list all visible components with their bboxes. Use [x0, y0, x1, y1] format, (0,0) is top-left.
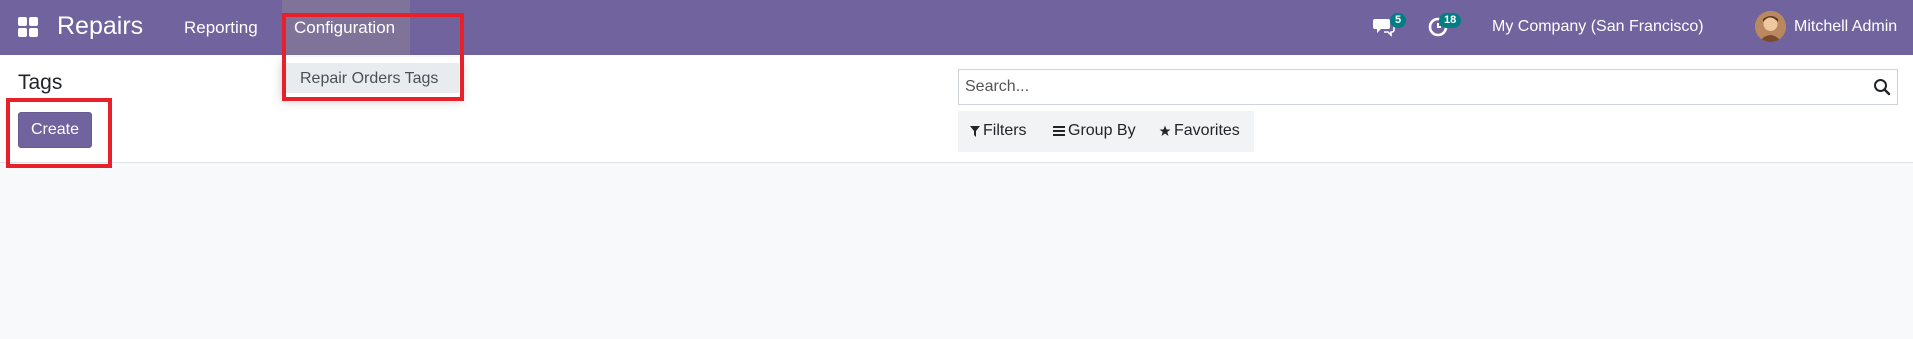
- favorites-toggle[interactable]: Favorites: [1159, 122, 1240, 140]
- favorites-label: Favorites: [1174, 122, 1240, 139]
- group-by-toggle[interactable]: Group By: [1053, 122, 1136, 140]
- apps-menu-icon[interactable]: [18, 17, 38, 37]
- activities-badge: 18: [1439, 13, 1462, 28]
- filter-icon: [970, 125, 980, 137]
- user-menu[interactable]: Mitchell Admin: [1794, 18, 1897, 36]
- app-name[interactable]: Repairs: [57, 12, 143, 41]
- menu-reporting[interactable]: Reporting: [184, 18, 258, 38]
- search-options-bar: Filters Group By Favorites: [958, 111, 1254, 152]
- filters-toggle[interactable]: Filters: [970, 122, 1027, 140]
- user-avatar[interactable]: [1755, 11, 1786, 42]
- group-by-label: Group By: [1068, 122, 1136, 139]
- highlight-configuration: [282, 13, 464, 101]
- list-icon: [1053, 126, 1065, 136]
- company-switcher[interactable]: My Company (San Francisco): [1492, 18, 1704, 36]
- star-icon: [1159, 125, 1171, 136]
- search-icon[interactable]: [1873, 78, 1891, 96]
- filters-label: Filters: [983, 122, 1027, 139]
- search-input[interactable]: [965, 77, 1855, 97]
- page-title: Tags: [18, 71, 63, 94]
- search-box: [958, 69, 1898, 105]
- messages-badge: 5: [1390, 13, 1407, 28]
- highlight-create: [6, 98, 112, 168]
